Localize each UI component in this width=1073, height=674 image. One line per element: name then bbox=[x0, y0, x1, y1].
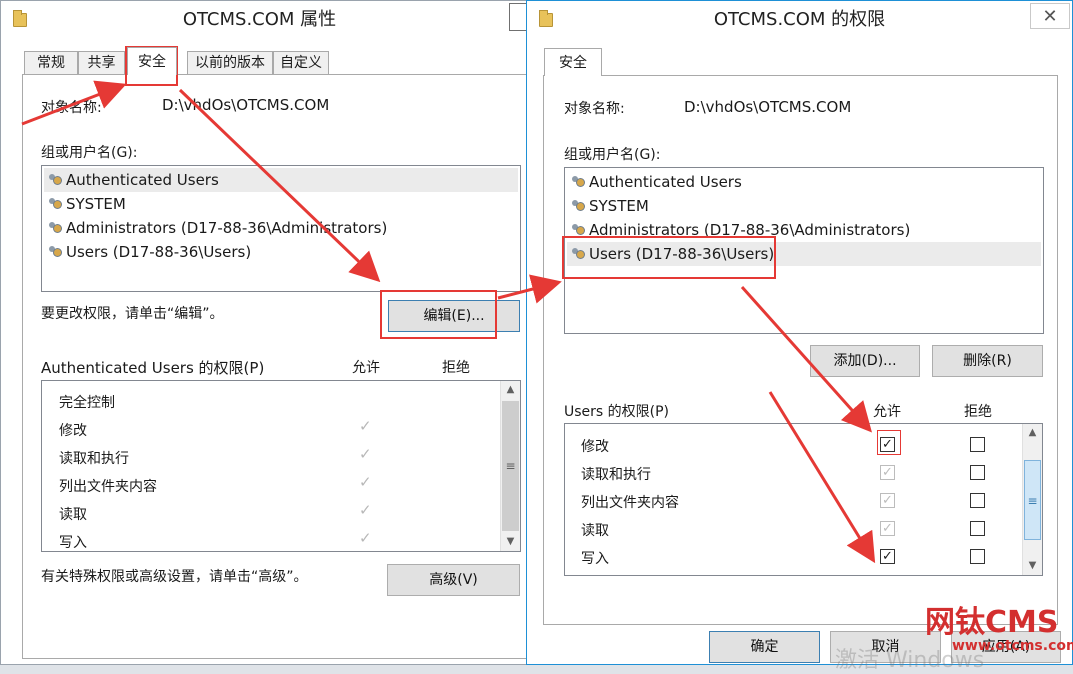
advanced-button[interactable]: 高级(V) bbox=[387, 564, 520, 596]
users-icon bbox=[48, 222, 63, 235]
tab-security[interactable]: 安全 bbox=[544, 48, 602, 76]
user-list[interactable]: Authenticated Users SYSTEM Administrator… bbox=[41, 165, 521, 292]
list-item[interactable]: SYSTEM bbox=[44, 192, 518, 216]
deny-header: 拒绝 bbox=[964, 404, 992, 420]
permission-name: 列出文件夹内容 bbox=[581, 495, 679, 511]
users-icon bbox=[571, 200, 586, 213]
allow-header: 允许 bbox=[873, 404, 901, 420]
users-icon bbox=[48, 198, 63, 211]
allow-checkbox-read[interactable]: ✓ bbox=[880, 521, 895, 536]
users-icon bbox=[48, 174, 63, 187]
scroll-thumb[interactable]: ≡ bbox=[1024, 460, 1041, 540]
security-panel: 对象名称: D:\vhdOs\OTCMS.COM 组或用户名(G): Authe… bbox=[543, 75, 1058, 625]
highlight-edit-button bbox=[380, 290, 497, 339]
permission-name: 列出文件夹内容 bbox=[59, 479, 157, 495]
scroll-down-icon[interactable]: ▼ bbox=[501, 533, 520, 551]
permissions-label: Authenticated Users 的权限(P) bbox=[41, 359, 265, 377]
object-name-value: D:\vhdOs\OTCMS.COM bbox=[162, 96, 330, 114]
object-name-label: 对象名称: bbox=[564, 101, 625, 117]
list-item[interactable]: SYSTEM bbox=[567, 194, 1041, 218]
permissions-list: 修改 读取和执行 列出文件夹内容 读取 写入 ✓ ✓ ✓ ✓ ✓ ▲ ≡ ▼ bbox=[564, 423, 1043, 576]
tab-previous-versions[interactable]: 以前的版本 bbox=[187, 51, 273, 75]
permission-name: 修改 bbox=[581, 439, 609, 455]
permissions-scrollbar[interactable]: ▲ ≡ ▼ bbox=[1022, 424, 1042, 575]
highlight-modify-check bbox=[877, 430, 901, 455]
users-icon bbox=[571, 176, 586, 189]
scroll-up-icon[interactable]: ▲ bbox=[501, 381, 520, 399]
permissions-window: OTCMS.COM 的权限 ✕ 安全 对象名称: D:\vhdOs\OTCMS.… bbox=[526, 0, 1073, 665]
permission-name: 读取 bbox=[581, 523, 609, 539]
tab-security[interactable]: 安全 bbox=[127, 47, 177, 75]
tab-customize[interactable]: 自定义 bbox=[273, 51, 329, 75]
permission-name: 修改 bbox=[59, 423, 87, 439]
change-hint: 要更改权限，请单击“编辑”。 bbox=[41, 306, 224, 322]
allow-checkbox-write[interactable]: ✓ bbox=[880, 549, 895, 564]
deny-checkbox-read-execute[interactable] bbox=[970, 465, 985, 480]
scroll-up-icon[interactable]: ▲ bbox=[1023, 424, 1042, 442]
list-item[interactable]: Users (D17-88-36\Users) bbox=[44, 240, 518, 264]
allow-checkbox-read-execute[interactable]: ✓ bbox=[880, 465, 895, 480]
security-panel: 对象名称: D:\vhdOs\OTCMS.COM 组或用户名(G): Authe… bbox=[22, 74, 529, 659]
permission-name: 读取和执行 bbox=[59, 451, 129, 467]
users-icon bbox=[48, 246, 63, 259]
window-title: OTCMS.COM 的权限 bbox=[713, 9, 886, 30]
add-button[interactable]: 添加(D)... bbox=[810, 345, 920, 377]
permissions-scrollbar[interactable]: ▲ ≡ ▼ bbox=[500, 381, 520, 551]
group-label: 组或用户名(G): bbox=[564, 147, 661, 163]
object-name-value: D:\vhdOs\OTCMS.COM bbox=[684, 98, 852, 116]
scroll-thumb[interactable]: ≡ bbox=[502, 401, 519, 531]
object-name-label: 对象名称: bbox=[41, 100, 102, 116]
list-item[interactable]: Authenticated Users bbox=[44, 168, 518, 192]
allow-checkbox-list[interactable]: ✓ bbox=[880, 493, 895, 508]
deny-checkbox-read[interactable] bbox=[970, 521, 985, 536]
allow-check-icon: ✓ bbox=[359, 417, 372, 435]
allow-check-icon: ✓ bbox=[359, 445, 372, 463]
allow-check-icon: ✓ bbox=[359, 473, 372, 491]
permission-name: 完全控制 bbox=[59, 395, 115, 411]
advanced-hint: 有关特殊权限或高级设置，请单击“高级”。 bbox=[41, 569, 308, 585]
list-item[interactable]: Administrators (D17-88-36\Administrators… bbox=[44, 216, 518, 240]
allow-check-icon: ✓ bbox=[359, 501, 372, 519]
allow-check-icon: ✓ bbox=[359, 529, 372, 547]
url-watermark: www.otcms.com bbox=[952, 638, 1073, 654]
tab-general[interactable]: 常规 bbox=[24, 51, 78, 75]
permission-name: 读取和执行 bbox=[581, 467, 651, 483]
highlight-users-row bbox=[562, 236, 776, 279]
close-button[interactable]: ✕ bbox=[1030, 3, 1070, 29]
permission-name: 读取 bbox=[59, 507, 87, 523]
permissions-list: 完全控制 修改 读取和执行 列出文件夹内容 读取 写入 ✓ ✓ ✓ ✓ ✓ ▲ … bbox=[41, 380, 521, 552]
deny-checkbox-modify[interactable] bbox=[970, 437, 985, 452]
deny-checkbox-list[interactable] bbox=[970, 493, 985, 508]
brand-watermark: 网钛CMS bbox=[925, 605, 1059, 640]
group-label: 组或用户名(G): bbox=[41, 145, 138, 161]
window-title: OTCMS.COM 属性 bbox=[182, 9, 337, 30]
permission-name: 写入 bbox=[581, 551, 609, 567]
permissions-label: Users 的权限(P) bbox=[564, 404, 670, 420]
ok-button[interactable]: 确定 bbox=[709, 631, 820, 663]
tab-sharing[interactable]: 共享 bbox=[78, 51, 125, 75]
scroll-down-icon[interactable]: ▼ bbox=[1023, 557, 1042, 575]
allow-header: 允许 bbox=[352, 360, 380, 376]
deny-checkbox-write[interactable] bbox=[970, 549, 985, 564]
list-item[interactable]: Authenticated Users bbox=[567, 170, 1041, 194]
deny-header: 拒绝 bbox=[442, 360, 470, 376]
permission-name: 写入 bbox=[59, 535, 87, 551]
remove-button[interactable]: 删除(R) bbox=[932, 345, 1043, 377]
